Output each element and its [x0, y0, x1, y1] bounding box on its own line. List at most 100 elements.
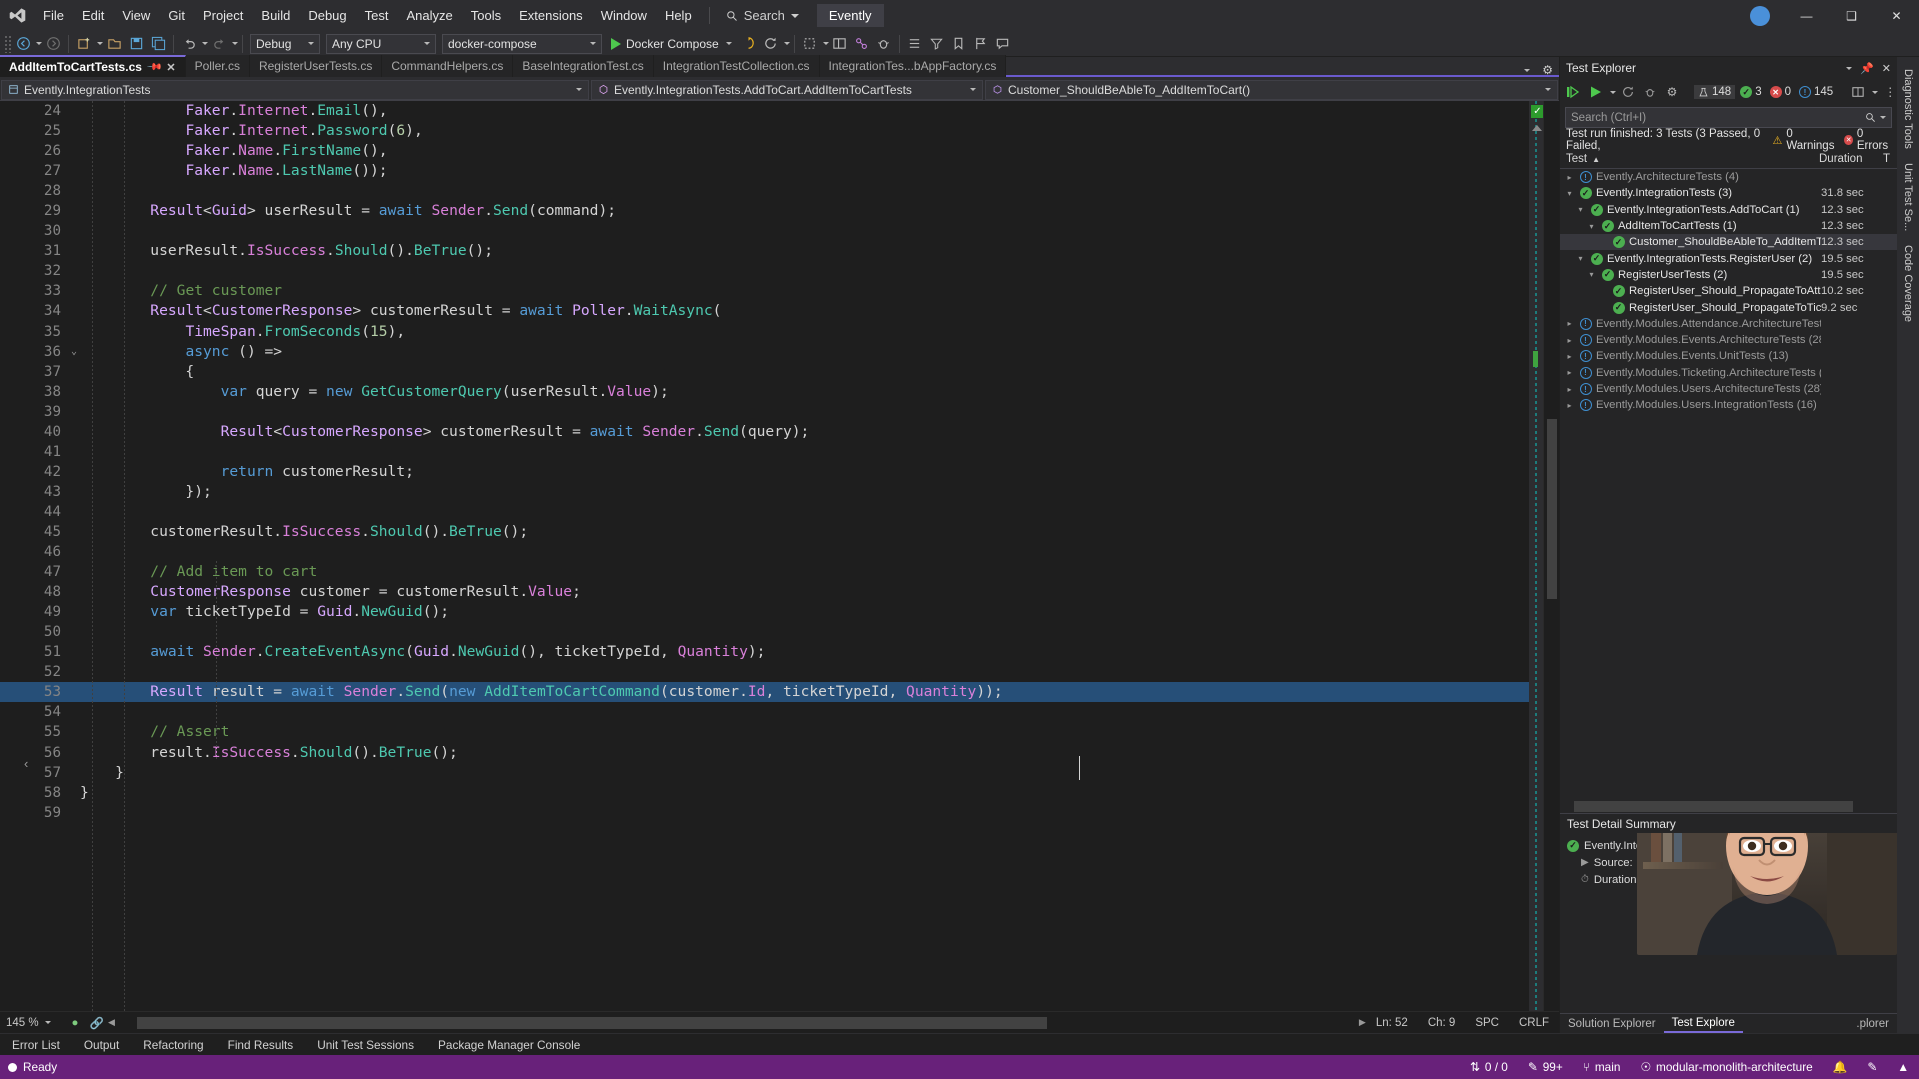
run-all-tests-icon[interactable] — [1564, 82, 1584, 102]
collapse-arrow-icon[interactable]: ▾ — [1575, 205, 1586, 214]
column-traits[interactable]: T — [1883, 153, 1897, 165]
magnifier-icon[interactable] — [1865, 112, 1876, 123]
code-line[interactable]: 45 customerResult.IsSuccess.Should().BeT… — [0, 522, 1529, 542]
test-tree-row[interactable]: ▾ ✓ Evently.IntegrationTests (3) 31.8 sec — [1560, 185, 1897, 201]
menu-git[interactable]: Git — [159, 0, 194, 31]
code-line[interactable]: 35 TimeSpan.FromSeconds(15), — [0, 322, 1529, 342]
tab-commandhelpers[interactable]: CommandHelpers.cs — [382, 55, 514, 77]
menu-edit[interactable]: Edit — [73, 0, 113, 31]
comment-icon[interactable] — [992, 33, 1014, 55]
code-line[interactable]: 55 // Assert — [0, 722, 1529, 742]
menu-extensions[interactable]: Extensions — [510, 0, 592, 31]
code-line[interactable]: 49 var ticketTypeId = Guid.NewGuid(); — [0, 602, 1529, 622]
gear-icon[interactable]: ⚙ — [1542, 63, 1553, 77]
test-tree[interactable]: ▸! Evently.ArchitectureTests (4) ▾ ✓ Evently… — [1560, 169, 1897, 800]
debug-tests-icon[interactable] — [1640, 82, 1660, 102]
navbar-member-select[interactable]: Customer_ShouldBeAbleTo_AddItemToCart() — [985, 79, 1558, 100]
save-icon[interactable] — [125, 33, 147, 55]
failed-tests-counter[interactable]: ✕ 0 — [1767, 86, 1794, 98]
collapse-arrow-icon[interactable]: ▾ — [1586, 222, 1597, 231]
editor-horizontal-scrollbar[interactable] — [118, 1015, 1355, 1030]
scrollbar-thumb[interactable] — [136, 1016, 1047, 1029]
code-line[interactable]: 57 } — [0, 763, 1529, 783]
line-ending-indicator[interactable]: CRLF — [1509, 1017, 1559, 1029]
scroll-up-icon[interactable] — [1532, 125, 1542, 131]
branch-selector[interactable]: ⑂ main — [1573, 1055, 1631, 1079]
dock-bottom-tabs-overflow[interactable]: .plorer — [1848, 1016, 1897, 1032]
code-line[interactable]: 47 // Add item to cart — [0, 562, 1529, 582]
panel-tab-output[interactable]: Output — [72, 1034, 131, 1056]
layout-icon[interactable] — [829, 33, 851, 55]
vtab-code-coverage[interactable]: Code Coverage — [1899, 239, 1917, 328]
test-tree-row[interactable]: ▸! Evently.ArchitectureTests (4) — [1560, 169, 1897, 185]
menu-test[interactable]: Test — [356, 0, 398, 31]
menu-tools[interactable]: Tools — [462, 0, 510, 31]
bookmark-icon[interactable] — [948, 33, 970, 55]
save-all-icon[interactable] — [147, 33, 169, 55]
column-duration[interactable]: Duration — [1819, 153, 1883, 165]
platform-select[interactable]: Any CPU — [326, 33, 436, 54]
tab-poller[interactable]: Poller.cs — [185, 55, 250, 77]
close-button[interactable]: ✕ — [1874, 0, 1919, 31]
scroll-right-icon[interactable]: ▶ — [1359, 1017, 1366, 1028]
undo-icon[interactable] — [178, 33, 200, 55]
indentation-indicator[interactable]: SPC — [1465, 1017, 1509, 1029]
code-line[interactable]: 30 — [0, 221, 1529, 241]
open-file-icon[interactable] — [103, 33, 125, 55]
navigate-back-icon[interactable] — [12, 33, 34, 55]
collapse-arrow-icon[interactable]: ▾ — [1586, 270, 1597, 279]
expand-arrow-icon[interactable]: ▸ — [1564, 385, 1575, 394]
code-line[interactable]: 25 Faker.Internet.Password(6), — [0, 121, 1529, 141]
code-line[interactable]: 44 — [0, 502, 1529, 522]
expand-arrow-icon[interactable]: ▸ — [1564, 352, 1575, 361]
menu-build[interactable]: Build — [252, 0, 299, 31]
tab-registerusertests[interactable]: RegisterUserTests.cs — [249, 55, 383, 77]
avatar[interactable] — [1750, 5, 1770, 26]
run-button[interactable]: Docker Compose — [605, 33, 738, 55]
configuration-select[interactable]: Debug — [250, 33, 320, 54]
code-line[interactable]: 52 — [0, 662, 1529, 682]
code-text-area[interactable]: 24 Faker.Internet.Email(), 25 Faker.Inter… — [0, 101, 1529, 1011]
expand-arrow-icon[interactable]: ▸ — [1564, 319, 1575, 328]
test-tree-row[interactable]: ▾ ✓ Evently.IntegrationTests.RegisterUser … — [1560, 250, 1897, 266]
collapse-arrow-icon[interactable]: ▾ — [1575, 254, 1586, 263]
new-project-icon[interactable] — [73, 33, 95, 55]
bug-icon[interactable] — [873, 33, 895, 55]
global-search[interactable]: Search — [718, 5, 807, 27]
pending-changes[interactable]: ✎ 99+ — [1518, 1055, 1573, 1079]
refresh-icon[interactable] — [760, 33, 782, 55]
expand-button[interactable]: ▲ — [1887, 1055, 1919, 1079]
startup-project-select[interactable]: docker-compose — [442, 33, 602, 54]
redo-dropdown-icon[interactable] — [232, 42, 238, 45]
expand-arrow-icon[interactable]: ▸ — [1564, 173, 1575, 182]
code-line[interactable]: 59 — [0, 803, 1529, 823]
vtab-unit-test-sessions[interactable]: Unit Test Se... — [1899, 157, 1917, 237]
test-search-input[interactable]: Search (Ctrl+I) — [1565, 107, 1892, 128]
code-line[interactable]: 50 — [0, 622, 1529, 642]
scroll-left-icon[interactable]: ◀ — [108, 1017, 115, 1028]
code-line[interactable]: 37 { — [0, 362, 1529, 382]
tab-test-explorer[interactable]: Test Explore — [1663, 1015, 1743, 1033]
menu-project[interactable]: Project — [194, 0, 252, 31]
tab-integrationtestcollection[interactable]: IntegrationTestCollection.cs — [653, 55, 820, 77]
passed-tests-counter[interactable]: ✓ 3 — [1737, 86, 1764, 98]
gear-icon[interactable]: ⚙ — [1662, 82, 1682, 102]
tab-baseintegrationtest[interactable]: BaseIntegrationTest.cs — [513, 55, 654, 77]
minimize-button[interactable]: — — [1784, 0, 1829, 31]
test-tree-row[interactable]: ▸! Evently.Modules.Users.ArchitectureTest… — [1560, 381, 1897, 397]
code-line[interactable]: 34 Result<CustomerResponse> customerResu… — [0, 301, 1529, 321]
panel-tab-error-list[interactable]: Error List — [0, 1034, 72, 1056]
link-icon[interactable]: 🔗 — [86, 1016, 108, 1030]
close-icon[interactable]: ✕ — [166, 61, 175, 74]
code-line[interactable]: 46 — [0, 542, 1529, 562]
run-dropdown-icon[interactable] — [1610, 90, 1616, 94]
test-tree-row[interactable]: ✓ RegisterUser_Should_PropagateToTicketin… — [1560, 299, 1897, 315]
test-tree-horizontal-scrollbar[interactable] — [1560, 800, 1897, 813]
tab-strip-overflow[interactable]: ⚙ — [1522, 63, 1559, 77]
code-line[interactable]: 26 Faker.Name.FirstName(), — [0, 141, 1529, 161]
collapse-region-icon[interactable]: ‹ — [24, 756, 28, 771]
editor-vertical-scrollbar[interactable] — [1543, 101, 1559, 1011]
code-line[interactable]: 56 result.IsSuccess.Should().BeTrue(); — [0, 743, 1529, 763]
code-line[interactable]: 31 userResult.IsSuccess.Should().BeTrue(… — [0, 241, 1529, 261]
column-test[interactable]: Test ▲ — [1560, 153, 1819, 165]
